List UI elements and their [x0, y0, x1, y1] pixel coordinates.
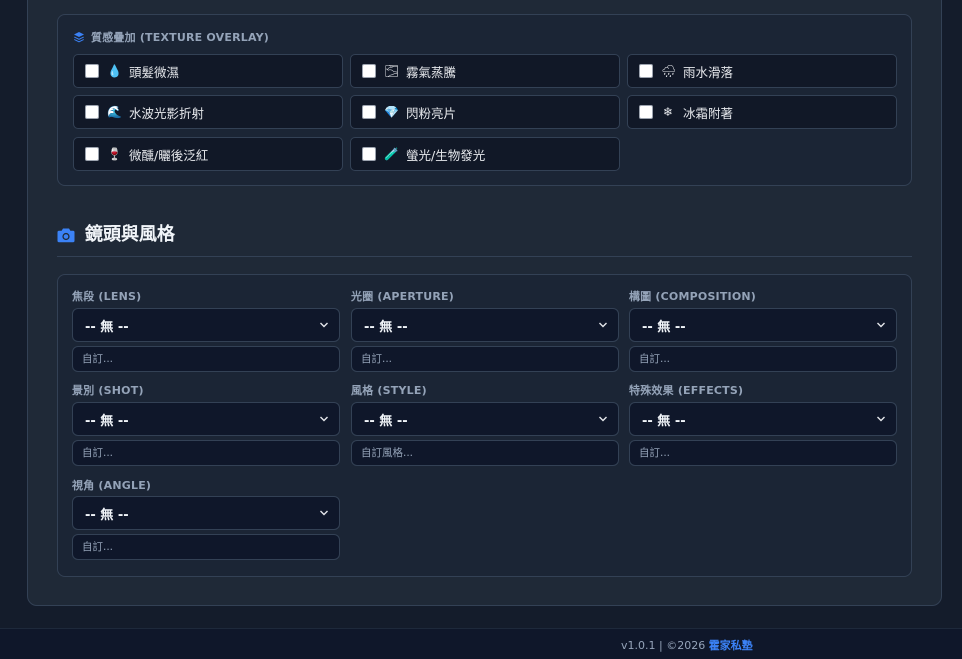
- angle-label: 視角 (ANGLE): [72, 479, 152, 492]
- aperture-select-value: -- 無 --: [364, 319, 408, 335]
- texture-option-label: 閃粉亮片: [406, 105, 457, 121]
- shot-select-value: -- 無 --: [85, 413, 129, 429]
- footer-text: v1.0.1 | ©2026 霍家私塾: [621, 637, 753, 653]
- checkbox[interactable]: [85, 147, 99, 161]
- aperture-custom-input[interactable]: [351, 346, 619, 372]
- texture-option-label: 頭髮微濕: [129, 64, 180, 80]
- texture-option-label: 霧氣蒸騰: [406, 64, 457, 80]
- texture-option-caustics[interactable]: 🌊 水波光影折射: [73, 95, 343, 129]
- shot-custom-input[interactable]: [72, 440, 340, 466]
- texture-option-glitter[interactable]: 💎 閃粉亮片: [350, 95, 620, 129]
- lens-style-title: 鏡頭與風格: [85, 224, 175, 245]
- texture-option-label: 雨水滑落: [683, 64, 734, 80]
- footer-version: v1.0.1 | ©2026: [621, 639, 706, 652]
- lens-select[interactable]: -- 無 --: [72, 308, 340, 342]
- checkbox[interactable]: [362, 147, 376, 161]
- composition-label: 構圖 (COMPOSITION): [629, 290, 757, 303]
- lens-custom-input[interactable]: [72, 346, 340, 372]
- wine-glass-icon: 🍷: [107, 147, 122, 161]
- footer: v1.0.1 | ©2026 霍家私塾: [0, 628, 962, 659]
- texture-overlay-panel: 質感疊加 (TEXTURE OVERLAY) 💧 頭髮微濕 🌫 霧氣蒸騰 🌧 雨…: [57, 14, 912, 186]
- checkbox[interactable]: [85, 64, 99, 78]
- angle-select-value: -- 無 --: [85, 507, 129, 523]
- composition-select-value: -- 無 --: [642, 319, 686, 335]
- lens-style-heading: 鏡頭與風格: [57, 222, 912, 257]
- droplet-icon: 💧: [107, 64, 122, 78]
- texture-overlay-title: 質感疊加 (TEXTURE OVERLAY): [73, 29, 269, 45]
- chevron-down-icon: [877, 322, 885, 328]
- effects-label: 特殊效果 (EFFECTS): [629, 384, 744, 397]
- effects-select-value: -- 無 --: [642, 413, 686, 429]
- texture-option-rain[interactable]: 🌧 雨水滑落: [627, 54, 897, 88]
- texture-option-mist[interactable]: 🌫 霧氣蒸騰: [350, 54, 620, 88]
- shot-select[interactable]: -- 無 --: [72, 402, 340, 436]
- effects-select[interactable]: -- 無 --: [629, 402, 897, 436]
- aperture-select[interactable]: -- 無 --: [351, 308, 619, 342]
- style-label: 風格 (STYLE): [351, 384, 427, 397]
- fog-icon: 🌫: [384, 64, 400, 78]
- texture-option-flush[interactable]: 🍷 微醺/曬後泛紅: [73, 137, 343, 171]
- rain-cloud-icon: 🌧: [661, 64, 677, 78]
- style-select[interactable]: -- 無 --: [351, 402, 619, 436]
- layers-icon: [74, 32, 84, 43]
- lens-select-value: -- 無 --: [85, 319, 129, 335]
- footer-brand-link[interactable]: 霍家私塾: [709, 639, 753, 652]
- texture-option-label: 螢光/生物發光: [406, 147, 486, 163]
- texture-option-label: 冰霜附著: [683, 105, 734, 121]
- texture-option-bioluminescence[interactable]: 🧪 螢光/生物發光: [350, 137, 620, 171]
- chevron-down-icon: [599, 416, 607, 422]
- chevron-down-icon: [599, 322, 607, 328]
- angle-select[interactable]: -- 無 --: [72, 496, 340, 530]
- composition-custom-input[interactable]: [629, 346, 897, 372]
- checkbox[interactable]: [362, 105, 376, 119]
- chevron-down-icon: [877, 416, 885, 422]
- style-select-value: -- 無 --: [364, 413, 408, 429]
- chevron-down-icon: [320, 416, 328, 422]
- camera-icon: [57, 228, 75, 243]
- lens-label: 焦段 (LENS): [72, 290, 142, 303]
- angle-custom-input[interactable]: [72, 534, 340, 560]
- texture-option-label: 微醺/曬後泛紅: [129, 147, 209, 163]
- gem-icon: 💎: [384, 105, 399, 119]
- page: 質感疊加 (TEXTURE OVERLAY) 💧 頭髮微濕 🌫 霧氣蒸騰 🌧 雨…: [0, 0, 962, 659]
- texture-option-label: 水波光影折射: [129, 105, 205, 121]
- composition-select[interactable]: -- 無 --: [629, 308, 897, 342]
- texture-option-frost[interactable]: ❄ 冰霜附著: [627, 95, 897, 129]
- snowflake-icon: ❄: [662, 105, 674, 119]
- wave-icon: 🌊: [107, 105, 122, 119]
- checkbox[interactable]: [85, 105, 99, 119]
- checkbox[interactable]: [639, 64, 653, 78]
- effects-custom-input[interactable]: [629, 440, 897, 466]
- checkbox[interactable]: [362, 64, 376, 78]
- texture-overlay-title-text: 質感疊加 (TEXTURE OVERLAY): [91, 31, 270, 44]
- chevron-down-icon: [320, 322, 328, 328]
- aperture-label: 光圈 (APERTURE): [351, 290, 454, 303]
- style-custom-input[interactable]: [351, 440, 619, 466]
- test-tube-icon: 🧪: [384, 147, 399, 161]
- chevron-down-icon: [320, 510, 328, 516]
- checkbox[interactable]: [639, 105, 653, 119]
- texture-option-wet-hair[interactable]: 💧 頭髮微濕: [73, 54, 343, 88]
- lens-style-panel: 焦段 (LENS) -- 無 -- 光圈 (APERTURE) -- 無 -- …: [57, 274, 912, 577]
- shot-label: 景別 (SHOT): [72, 384, 144, 397]
